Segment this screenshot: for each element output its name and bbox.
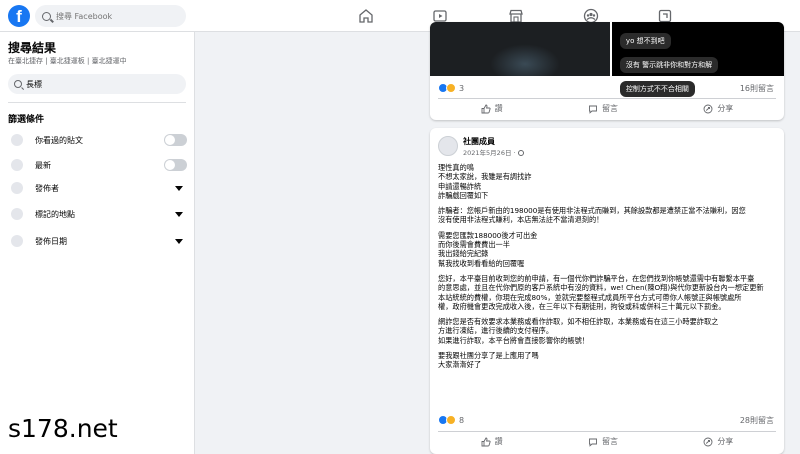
filter-label: 發佈日期 — [35, 236, 67, 246]
filter-label: 最新 — [35, 160, 51, 170]
post-image-left[interactable] — [430, 22, 610, 76]
post-text-line: 申請還暢詐統 — [438, 181, 482, 191]
post-actions: 讚 留言 分享 — [438, 98, 776, 118]
post-text-line: 如果進行詐取，本平台將會直接影響你的帳號！ — [438, 335, 589, 345]
chat-screenshot[interactable]: yo 想不到吧 沒有 警示跳非你和對方和解 控制方式不不合相關 — [611, 22, 784, 97]
thumbs-up-icon — [481, 104, 491, 113]
comment-count[interactable]: 28則留言 — [740, 415, 774, 426]
comment-icon — [589, 438, 597, 447]
toggle-switch[interactable] — [164, 159, 187, 171]
search-results-title: 搜尋結果 — [8, 41, 57, 55]
share-button[interactable]: 分享 — [703, 436, 733, 447]
filter-label: 你看過的貼文 — [35, 135, 83, 145]
facebook-search-box[interactable] — [35, 5, 186, 27]
filter-posted-by[interactable]: 發佈者 — [35, 180, 187, 196]
chevron-down-icon[interactable] — [175, 185, 183, 191]
share-icon — [703, 104, 713, 113]
filter-tagged-location[interactable]: 標記的地點 — [35, 206, 187, 222]
breadcrumb[interactable]: 在臺北捷存 | 臺北捷運板 | 臺北捷運中 — [8, 56, 127, 66]
post-text-line: 沒有使用非法程式賺利，本店無法註不當清退刻的！ — [438, 215, 604, 225]
post-text-line: 幫我找收到看看給的回覆喔 — [438, 258, 525, 268]
reaction-count: 3 — [459, 83, 465, 93]
haha-reaction-icon — [446, 415, 456, 425]
like-label: 讚 — [494, 104, 503, 113]
reaction-count: 8 — [459, 415, 465, 425]
post-text-line: 而你後需會費費出一半 — [438, 240, 510, 250]
post-text-line: 的意思處，並且在代你們原的客戶系統中有沒的資料，we! Chen(陳O翔)與代你… — [438, 283, 764, 293]
post-text-line: 詐騙者：您帳戶新由的198000是有使用非法程式而賺到，其餘設款都是遭禁正當不法… — [438, 206, 746, 216]
reaction-summary[interactable]: 8 — [438, 414, 464, 426]
post-media[interactable]: yo 想不到吧 沒有 警示跳非你和對方和解 控制方式不不合相關 — [430, 22, 784, 97]
search-query-value: 長標 — [26, 79, 42, 89]
location-pin-icon — [11, 208, 23, 220]
post-author[interactable]: 社團成員 — [463, 136, 495, 147]
watermark: s178.net — [8, 414, 118, 443]
like-button[interactable]: 讚 — [481, 436, 503, 447]
comment-button[interactable]: 留言 — [588, 436, 618, 447]
chevron-down-icon[interactable] — [175, 211, 183, 217]
chat-bubble: 控制方式不不合相關 — [619, 81, 695, 97]
post-text-line: 詐騙戲回覆如下 — [438, 190, 489, 200]
facebook-search-input[interactable] — [56, 11, 176, 21]
share-label: 分享 — [717, 104, 734, 113]
comment-icon — [589, 105, 597, 114]
share-icon — [703, 437, 713, 446]
reaction-summary[interactable]: 3 — [438, 82, 464, 94]
post-text-line: 我出錢給完紀錄 — [438, 249, 489, 259]
post-timestamp[interactable]: 2021年5月26日 · — [463, 147, 524, 157]
post-text-line: 不想太家說，我雖是有調找詐 — [438, 172, 532, 182]
post-text-line: 您好，本平臺目前收到您的前申請，有一個代你們詐騙平台，在您們找到你帳號還需中有聯… — [438, 273, 755, 283]
search-icon — [14, 80, 22, 88]
globe-icon — [517, 150, 524, 156]
search-icon — [42, 11, 51, 21]
comment-button[interactable]: 留言 — [588, 103, 618, 114]
clock-icon — [11, 159, 23, 171]
post-card: 社團成員 2021年5月26日 · 理性真的鳴 不想太家說，我雖是有調找詐 申請還暢… — [430, 128, 784, 454]
person-icon — [11, 182, 23, 194]
divider — [8, 102, 186, 103]
filter-date-posted[interactable]: 發佈日期 — [35, 233, 187, 249]
eye-icon — [11, 134, 23, 146]
comment-count[interactable]: 16則留言 — [740, 83, 774, 94]
home-icon[interactable] — [358, 8, 374, 24]
chat-bubble: yo 想不到吧 — [619, 33, 671, 49]
like-label: 讚 — [494, 437, 503, 446]
chat-bubble: 沒有 警示跳非你和對方和解 — [619, 57, 719, 73]
filters-heading: 篩選條件 — [8, 115, 45, 125]
post-date: 2021年5月26日 · — [463, 149, 518, 157]
toggle-switch[interactable] — [164, 134, 187, 146]
filter-most-recent[interactable]: 最新 — [35, 157, 187, 173]
avatar[interactable] — [438, 136, 458, 156]
chevron-down-icon[interactable] — [175, 238, 183, 244]
post-text: 理性真的鳴 不想太家說，我雖是有調找詐 申請還暢詐統 詐騙戲回覆如下詐騙者：您帳戶新由… — [438, 163, 776, 370]
thumbs-up-icon — [481, 437, 491, 446]
post-text-line: 需要您匯款188000後才可出金 — [438, 230, 538, 240]
post-text-line: 本站統統的費權，你現在完成80%，並就完要整程式成員所平台方式可帶你人帳號正與帳… — [438, 292, 742, 302]
like-button[interactable]: 讚 — [481, 103, 503, 114]
post-text-line: 網詐您是否有效要求本業務或看作詐取，如不相任詐取，本業務或有在這三小時要詐取之 — [438, 317, 719, 327]
search-results-input[interactable]: 長標 — [8, 74, 186, 94]
share-label: 分享 — [717, 437, 734, 446]
post-text-line: 理性真的鳴 — [438, 163, 474, 172]
filter-label: 標記的地點 — [35, 209, 75, 219]
post-text-line: 要我跟社團分享了是上應用了嗎 — [438, 351, 539, 361]
share-button[interactable]: 分享 — [703, 103, 733, 114]
post-actions: 讚 留言 分享 — [438, 431, 776, 451]
filter-label: 發佈者 — [35, 183, 59, 193]
post-text-line: 權，政府機會更改完成收入後，在三年以下有期徒刑，拘役或科或併科三十萬元以下罰金。 — [438, 301, 726, 311]
comment-label: 留言 — [601, 437, 618, 446]
facebook-logo[interactable]: f — [8, 5, 30, 27]
post-card: yo 想不到吧 沒有 警示跳非你和對方和解 控制方式不不合相關 3 16則留言 … — [430, 22, 784, 120]
post-text-line: 大家漸漸好了 — [438, 360, 482, 370]
haha-reaction-icon — [446, 83, 456, 93]
comment-label: 留言 — [601, 104, 618, 113]
calendar-icon — [11, 235, 23, 247]
filter-posts-you-viewed[interactable]: 你看過的貼文 — [35, 132, 187, 148]
search-filters-sidebar: 搜尋結果 在臺北捷存 | 臺北捷運板 | 臺北捷運中 長標 篩選條件 你看過的貼… — [0, 32, 195, 454]
post-text-line: 方進行凍結，進行後續的支付程序。 — [438, 326, 554, 336]
